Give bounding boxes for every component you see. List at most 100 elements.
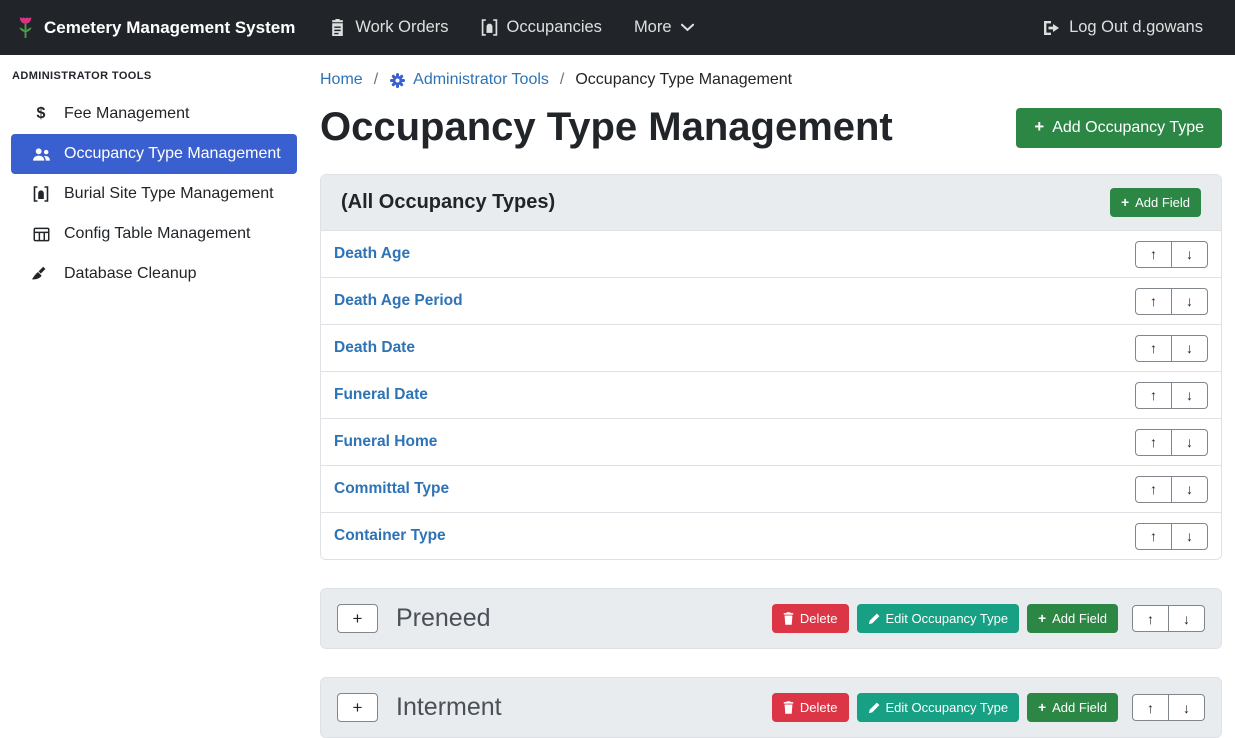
delete-button[interactable]: Delete	[772, 693, 849, 722]
title-row: Occupancy Type Management + Add Occupanc…	[320, 105, 1222, 150]
move-down-button[interactable]: ↓	[1168, 605, 1205, 632]
add-field-label: Add Field	[1052, 700, 1107, 715]
plus-icon: +	[1038, 701, 1046, 715]
sidebar-item-fee-management[interactable]: $ Fee Management	[11, 94, 297, 134]
sidebar-item-burial-site-type-management[interactable]: Burial Site Type Management	[11, 174, 297, 214]
add-occupancy-type-button[interactable]: + Add Occupancy Type	[1016, 108, 1222, 148]
move-down-button[interactable]: ↓	[1171, 429, 1208, 456]
edit-occupancy-type-label: Edit Occupancy Type	[886, 611, 1009, 626]
main-content: Home / Administrator Tools / Occupancy T	[320, 55, 1235, 738]
move-up-button[interactable]: ↑	[1135, 523, 1172, 550]
breadcrumb-separator: /	[374, 71, 378, 89]
delete-button[interactable]: Delete	[772, 604, 849, 633]
move-down-button[interactable]: ↓	[1171, 476, 1208, 503]
field-link-funeral-home[interactable]: Funeral Home	[334, 433, 437, 451]
section-title: Interment	[396, 693, 754, 722]
breadcrumb-current: Occupancy Type Management	[575, 71, 792, 89]
page-title: Occupancy Type Management	[320, 105, 893, 150]
move-up-button[interactable]: ↑	[1135, 382, 1172, 409]
sidebar-item-label: Database Cleanup	[64, 265, 197, 283]
field-row: Death Age ↑ ↓	[321, 230, 1221, 277]
sidebar-item-occupancy-type-management[interactable]: Occupancy Type Management	[11, 134, 297, 174]
sidebar-item-label: Burial Site Type Management	[64, 185, 274, 203]
sidebar: ADMINISTRATOR TOOLS $ Fee Management Occ…	[0, 55, 308, 738]
breadcrumb-home-link[interactable]: Home	[320, 71, 363, 89]
sidebar-item-config-table-management[interactable]: Config Table Management	[11, 214, 297, 254]
move-up-button[interactable]: ↑	[1135, 429, 1172, 456]
clipboard-icon	[329, 19, 346, 36]
field-link-death-date[interactable]: Death Date	[334, 339, 415, 357]
app-brand[interactable]: Cemetery Management System	[16, 15, 295, 40]
logout-icon	[1042, 20, 1060, 36]
expand-button[interactable]: +	[337, 693, 378, 722]
breadcrumb-admin-tools-label: Administrator Tools	[413, 71, 549, 89]
move-up-button[interactable]: ↑	[1132, 694, 1169, 721]
move-down-button[interactable]: ↓	[1171, 288, 1208, 315]
breadcrumb: Home / Administrator Tools / Occupancy T	[320, 71, 1222, 89]
move-up-button[interactable]: ↑	[1135, 241, 1172, 268]
plus-icon: +	[1034, 119, 1044, 136]
breadcrumb-admin-tools-link[interactable]: Administrator Tools	[389, 71, 549, 89]
move-up-button[interactable]: ↑	[1135, 476, 1172, 503]
move-down-button[interactable]: ↓	[1171, 382, 1208, 409]
top-navbar: Cemetery Management System Work Orders O…	[0, 0, 1235, 55]
add-field-label: Add Field	[1135, 195, 1190, 210]
edit-occupancy-type-button[interactable]: Edit Occupancy Type	[857, 693, 1020, 722]
all-occupancy-types-header: (All Occupancy Types) + Add Field	[321, 175, 1221, 230]
section-actions: Delete Edit Occupancy Type + Add Field ↑…	[772, 693, 1205, 722]
sidebar-item-label: Occupancy Type Management	[64, 145, 281, 163]
brand-title: Cemetery Management System	[44, 18, 295, 38]
sidebar-heading: ADMINISTRATOR TOOLS	[0, 55, 308, 94]
move-down-button[interactable]: ↓	[1171, 523, 1208, 550]
move-up-button[interactable]: ↑	[1135, 288, 1172, 315]
logout-button[interactable]: Log Out d.gowans	[1026, 10, 1219, 45]
move-up-button[interactable]: ↑	[1135, 335, 1172, 362]
sidebar-item-label: Fee Management	[64, 105, 189, 123]
all-occupancy-types-card: (All Occupancy Types) + Add Field Death …	[320, 174, 1222, 560]
broom-icon	[30, 266, 52, 282]
trash-icon	[783, 612, 794, 625]
sidebar-item-label: Config Table Management	[64, 225, 251, 243]
expand-button[interactable]: +	[337, 604, 378, 633]
occupancy-type-section-preneed: + Preneed Delete Edit Occupancy Typ	[320, 588, 1222, 649]
occupancy-type-section-interment: + Interment Delete Edit Occupancy T	[320, 677, 1222, 738]
table-icon	[30, 226, 52, 243]
move-down-button[interactable]: ↓	[1168, 694, 1205, 721]
field-row: Funeral Home ↑ ↓	[321, 418, 1221, 465]
add-occupancy-type-label: Add Occupancy Type	[1052, 119, 1204, 137]
field-link-death-age[interactable]: Death Age	[334, 245, 410, 263]
nav-work-orders-label: Work Orders	[355, 18, 448, 37]
edit-occupancy-type-button[interactable]: Edit Occupancy Type	[857, 604, 1020, 633]
plus-icon: +	[1038, 612, 1046, 626]
pencil-icon	[868, 613, 880, 625]
tombstone-frame-icon	[30, 186, 52, 202]
move-up-button[interactable]: ↑	[1132, 605, 1169, 632]
field-link-container-type[interactable]: Container Type	[334, 527, 446, 545]
tulip-logo-icon	[16, 15, 35, 40]
all-occupancy-types-title: (All Occupancy Types)	[341, 191, 555, 214]
reorder-group: ↑ ↓	[1135, 288, 1208, 315]
section-actions: Delete Edit Occupancy Type + Add Field ↑…	[772, 604, 1205, 633]
field-link-committal-type[interactable]: Committal Type	[334, 480, 449, 498]
add-field-button[interactable]: + Add Field	[1027, 604, 1118, 633]
chevron-down-icon	[681, 23, 694, 32]
nav-occupancies[interactable]: Occupancies	[465, 10, 618, 45]
move-down-button[interactable]: ↓	[1171, 335, 1208, 362]
reorder-group: ↑ ↓	[1132, 605, 1205, 632]
field-row: Funeral Date ↑ ↓	[321, 371, 1221, 418]
primary-nav: Work Orders Occupancies More	[313, 10, 709, 45]
move-down-button[interactable]: ↓	[1171, 241, 1208, 268]
sidebar-item-database-cleanup[interactable]: Database Cleanup	[11, 254, 297, 294]
logout-label: Log Out d.gowans	[1069, 18, 1203, 37]
pencil-icon	[868, 702, 880, 714]
dollar-icon: $	[30, 105, 52, 123]
field-link-death-age-period[interactable]: Death Age Period	[334, 292, 463, 310]
trash-icon	[783, 701, 794, 714]
nav-work-orders[interactable]: Work Orders	[313, 10, 464, 45]
add-field-button[interactable]: + Add Field	[1027, 693, 1118, 722]
nav-more[interactable]: More	[618, 10, 710, 45]
field-link-funeral-date[interactable]: Funeral Date	[334, 386, 428, 404]
nav-occupancies-label: Occupancies	[507, 18, 602, 37]
add-field-button[interactable]: + Add Field	[1110, 188, 1201, 217]
edit-occupancy-type-label: Edit Occupancy Type	[886, 700, 1009, 715]
